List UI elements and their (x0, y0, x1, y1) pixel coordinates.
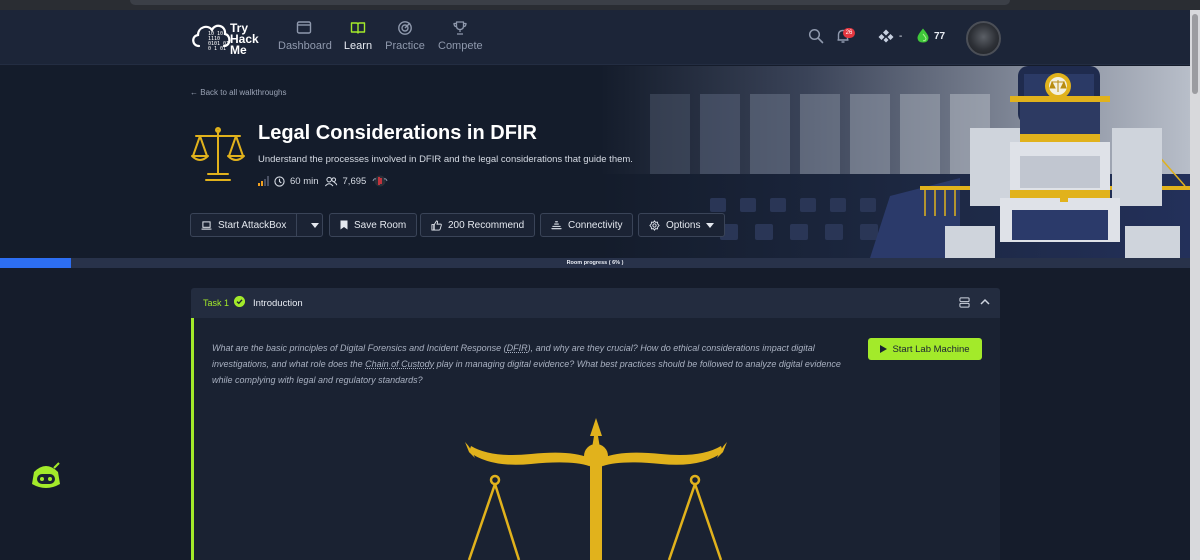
play-icon (880, 345, 888, 353)
assistant-robot-icon[interactable] (30, 462, 62, 492)
nav-practice[interactable]: Practice (385, 16, 425, 60)
task-1-content: What are the basic principles of Digital… (191, 318, 1000, 560)
room-meta: 60 min 7,695 (258, 174, 389, 188)
start-attackbox-button[interactable]: Start AttackBox (191, 214, 298, 236)
back-link-label: Back to all walkthroughs (200, 88, 287, 97)
task-name: Introduction (253, 298, 303, 309)
attackbox-dropdown-icon[interactable] (311, 222, 320, 228)
rank-diamond-icon (878, 29, 894, 43)
save-room-label: Save Room (354, 219, 407, 231)
laptop-icon (201, 220, 212, 230)
connectivity-label: Connectivity (568, 219, 623, 231)
user-avatar[interactable] (966, 21, 1001, 56)
nav-learn[interactable]: Learn (342, 16, 374, 60)
task-layout-icon[interactable] (959, 297, 970, 308)
trophy-icon (453, 21, 467, 35)
logo-text: Try Hack Me (230, 21, 259, 57)
options-label: Options (666, 219, 701, 231)
dfir-term[interactable]: DFIR (507, 343, 528, 353)
golden-scale-illustration (465, 418, 727, 560)
monitor-icon (296, 21, 312, 34)
start-lab-machine-button[interactable]: Start Lab Machine (868, 338, 982, 360)
room-duration: 60 min (290, 175, 319, 187)
save-room-button[interactable]: Save Room (329, 213, 418, 237)
nav-compete-label: Compete (438, 40, 483, 52)
start-attackbox-label: Start AttackBox (218, 219, 287, 231)
chevron-down-icon (706, 222, 715, 228)
tryhackme-logo[interactable]: 10 10 1110 0101 01 0 1 01 Try Hack Me (190, 16, 270, 60)
task-complete-check-icon (234, 296, 245, 307)
rank-value: - (899, 31, 903, 42)
nav-compete[interactable]: Compete (438, 16, 483, 60)
room-hero-banner: ← Back to all walkthroughs Legal Conside… (0, 66, 1190, 258)
logo-binary: 10 10 1110 0101 01 0 1 01 (208, 31, 230, 52)
thumbs-up-icon (431, 219, 442, 231)
options-button[interactable]: Options (638, 213, 726, 237)
streak-count: 77 (934, 31, 946, 42)
nav-dashboard-label: Dashboard (278, 40, 332, 52)
nav-learn-label: Learn (343, 40, 373, 52)
connectivity-icon (551, 221, 562, 230)
book-icon (350, 22, 366, 34)
task-text-part: What are the basic principles of Digital… (212, 343, 507, 353)
task-1-header[interactable]: Task 1 Introduction (191, 288, 1000, 318)
top-navbar: 10 10 1110 0101 01 0 1 01 Try Hack Me Dashboa… (0, 10, 1190, 65)
room-user-count: 7,695 (342, 175, 367, 187)
browser-address-bar[interactable] (130, 0, 1010, 5)
difficulty-bars-icon (258, 176, 269, 186)
bookmark-icon (340, 220, 348, 230)
task-accent-bar (191, 318, 194, 560)
start-attackbox-split-button[interactable]: Start AttackBox (190, 213, 323, 237)
recommend-label: 200 Recommend (448, 219, 525, 231)
room-progress-bar: Room progress ( 6% ) (0, 258, 1190, 268)
gear-icon (649, 219, 660, 231)
browser-chrome (0, 0, 1200, 10)
task-number: Task 1 (203, 298, 230, 308)
clock-icon (274, 175, 285, 187)
collapse-chevron-up-icon[interactable] (980, 298, 990, 305)
audio-mascot-icon (372, 175, 388, 187)
room-progress-label: Room progress ( 6% ) (566, 260, 624, 266)
start-lab-machine-label: Start Lab Machine (892, 343, 970, 355)
scrollbar-thumb[interactable] (1192, 14, 1198, 94)
search-icon[interactable] (808, 28, 824, 44)
wall-panels-icon (650, 94, 990, 174)
scales-of-justice-icon (191, 127, 245, 181)
back-to-walkthroughs-link[interactable]: ← Back to all walkthroughs (190, 88, 287, 97)
target-icon (398, 21, 412, 35)
users-icon (324, 176, 337, 186)
connectivity-button[interactable]: Connectivity (540, 213, 634, 237)
chain-of-custody-term[interactable]: Chain of Custody (365, 359, 434, 369)
task-intro-text: What are the basic principles of Digital… (212, 340, 857, 388)
page-scrollbar[interactable] (1190, 10, 1200, 560)
streak-drop-icon (917, 28, 929, 43)
room-title: Legal Considerations in DFIR (258, 122, 537, 144)
room-subtitle: Understand the processes involved in DFI… (258, 154, 633, 165)
recommend-button[interactable]: 200 Recommend (420, 213, 536, 237)
nav-practice-label: Practice (385, 40, 425, 52)
nav-dashboard[interactable]: Dashboard (278, 16, 332, 60)
notification-count-badge: 26 (843, 28, 855, 38)
